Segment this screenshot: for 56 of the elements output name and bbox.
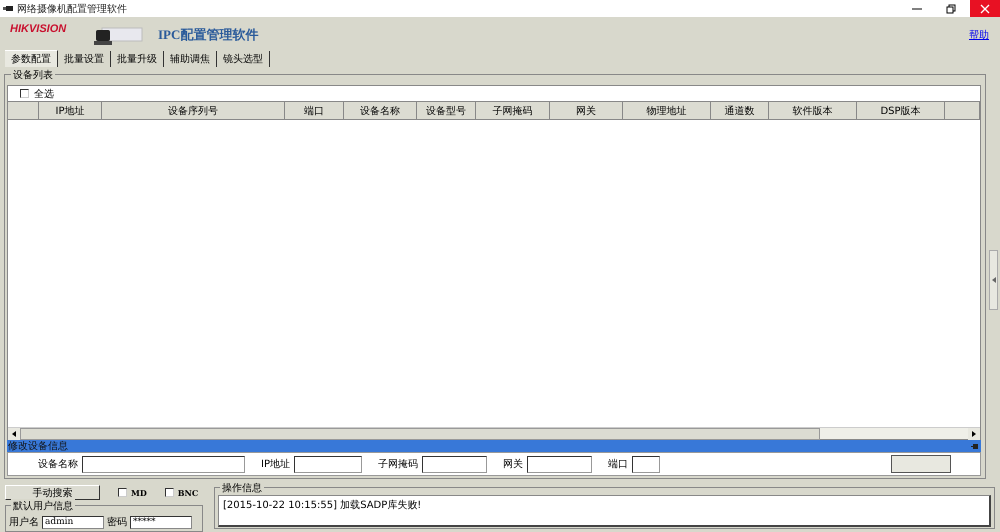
input-field[interactable]	[422, 456, 487, 472]
column-header[interactable]: 通道数	[711, 102, 769, 120]
pin-icon[interactable]	[971, 444, 978, 448]
column-header[interactable]: 设备型号	[417, 102, 476, 120]
field-label: 网关	[502, 458, 523, 471]
password-field[interactable]: *****	[130, 516, 192, 528]
tab[interactable]: 参数配置	[5, 50, 58, 67]
field-label: IP地址	[261, 458, 290, 471]
column-header[interactable]: IP地址	[39, 102, 102, 120]
field-label: 用户名	[9, 516, 39, 529]
checkbox-label: MD	[131, 488, 147, 498]
checkbox[interactable]	[20, 89, 29, 98]
column-header[interactable]: 软件版本	[769, 102, 857, 120]
close-icon[interactable]	[980, 4, 990, 14]
help-link[interactable]: 帮助	[969, 28, 989, 42]
brand-logo: HIKVISION	[10, 23, 68, 35]
field-label: 密码	[107, 516, 127, 529]
collapse-handle[interactable]	[989, 250, 998, 310]
panel-title: 修改设备信息	[8, 440, 68, 453]
camera-icon	[3, 6, 13, 12]
input-field[interactable]	[82, 456, 245, 472]
checkbox[interactable]	[164, 488, 174, 497]
column-header[interactable]: 物理地址	[623, 102, 711, 120]
apply-button[interactable]	[891, 455, 951, 473]
field-label: 子网掩码	[378, 458, 418, 471]
search-button[interactable]: 手动搜索	[5, 485, 100, 500]
field-label: 端口	[608, 458, 628, 471]
scrollbar-thumb[interactable]	[20, 428, 820, 440]
column-header[interactable]: 网关	[550, 102, 623, 120]
scroll-left-icon[interactable]	[8, 428, 20, 440]
group-title: 设备列表	[11, 68, 55, 82]
tab[interactable]: 辅助调焦	[164, 51, 217, 67]
log-line: [2015-10-22 10:15:55] 加载SADP库失败!	[223, 498, 422, 512]
column-header[interactable]: 端口	[285, 102, 344, 120]
column-header[interactable]: 设备名称	[344, 102, 417, 120]
scroll-right-icon[interactable]	[968, 428, 980, 440]
input-field[interactable]	[632, 456, 660, 472]
checkbox-label: BNC	[178, 488, 198, 498]
column-header[interactable]: 设备序列号	[102, 102, 285, 120]
tab[interactable]: 批量设置	[58, 51, 111, 67]
restore-icon[interactable]	[946, 4, 956, 14]
column-header[interactable]: 子网掩码	[476, 102, 550, 120]
tab[interactable]: 镜头选型	[217, 51, 270, 67]
window-title: 网络摄像机配置管理软件	[17, 2, 128, 16]
input-field[interactable]	[294, 456, 362, 472]
checkbox[interactable]	[118, 488, 127, 497]
group-title: 默认用户信息	[11, 499, 75, 513]
checkbox-label: 全选	[34, 88, 54, 100]
close-button[interactable]	[970, 0, 1000, 17]
product-title: IPC配置管理软件	[158, 26, 260, 44]
username-field[interactable]: admin	[42, 516, 104, 528]
input-field[interactable]	[526, 456, 592, 472]
tab[interactable]: 批量升级	[111, 51, 164, 67]
group-title: 操作信息	[220, 481, 264, 495]
field-label: 设备名称	[38, 458, 78, 471]
column-header[interactable]: DSP版本	[857, 102, 945, 120]
